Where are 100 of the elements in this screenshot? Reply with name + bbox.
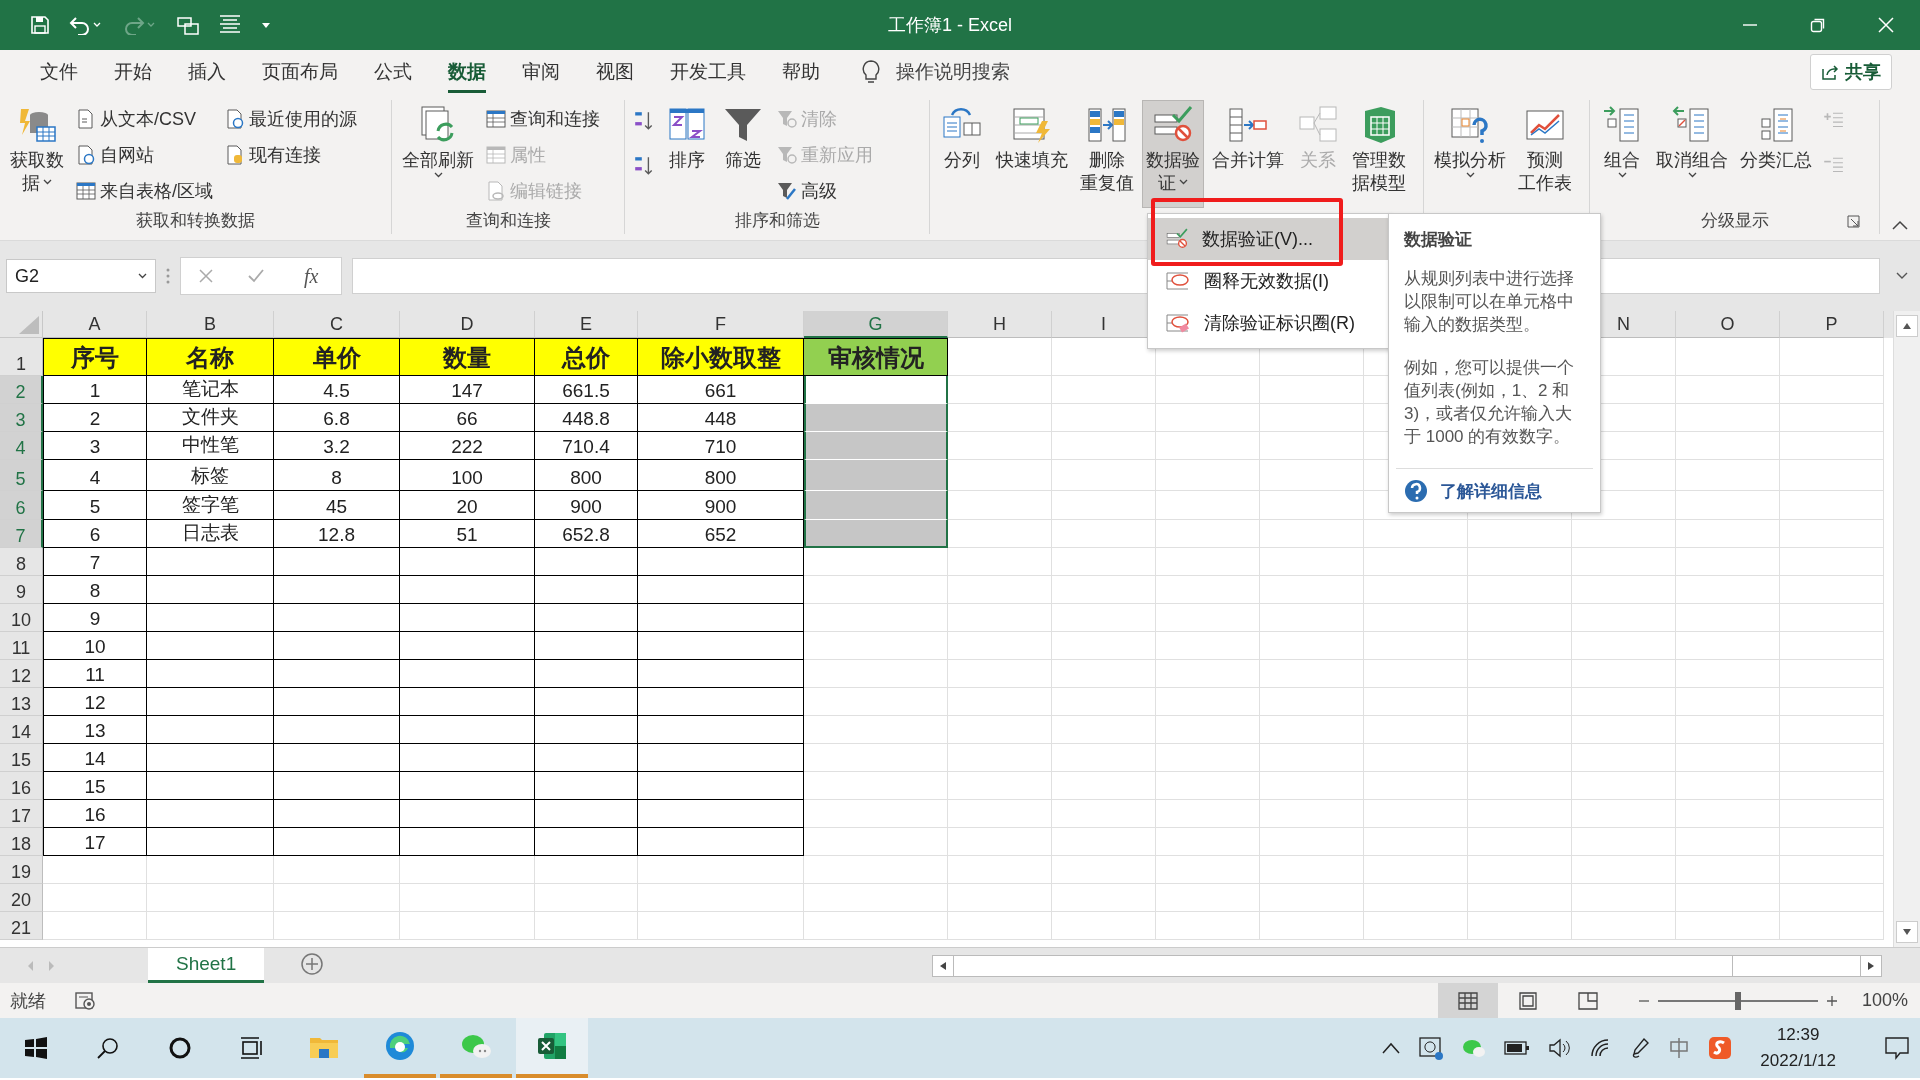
ribbon-tab[interactable]: 审阅 xyxy=(504,51,578,93)
scroll-up-icon[interactable] xyxy=(1902,322,1912,330)
row-header[interactable]: 12 xyxy=(0,660,43,688)
row-header[interactable]: 13 xyxy=(0,688,43,716)
ribbon-tab[interactable]: 文件 xyxy=(22,51,96,93)
speaker-icon[interactable] xyxy=(1548,1038,1573,1058)
table-cell: 17 xyxy=(43,828,147,856)
ribbon-button[interactable]: 来自表格/区域 xyxy=(72,174,217,208)
sync-icon[interactable] xyxy=(1418,1036,1445,1060)
ribbon-tab[interactable]: 帮助 xyxy=(764,51,838,93)
ribbon-button[interactable]: 管理数 据模型 xyxy=(1348,100,1410,208)
clear-circles-icon xyxy=(1166,313,1190,333)
ribbon-button[interactable]: 最近使用的源 xyxy=(221,102,361,136)
row-header[interactable]: 4 xyxy=(0,432,43,460)
scroll-down-icon[interactable] xyxy=(1902,928,1912,936)
insert-function-button[interactable]: fx xyxy=(297,263,325,289)
vertical-scrollbar[interactable] xyxy=(1893,311,1920,947)
row-header[interactable]: 10 xyxy=(0,604,43,632)
column-header[interactable]: G xyxy=(804,311,948,338)
normal-view-button[interactable] xyxy=(1437,983,1498,1018)
ribbon-tab[interactable]: 数据 xyxy=(430,51,504,93)
ribbon-button[interactable]: 现有连接 xyxy=(221,138,361,172)
zoom-in-icon[interactable] xyxy=(1825,994,1838,1007)
ribbon-tab[interactable]: 视图 xyxy=(578,51,652,93)
ribbon-button[interactable]: 分列 xyxy=(936,100,988,208)
ribbon-button[interactable]: 快速填充 xyxy=(992,100,1072,208)
collapse-ribbon-icon[interactable] xyxy=(1892,220,1908,230)
input-method-icon[interactable] xyxy=(1668,1037,1691,1059)
ribbon-tab[interactable]: 页面布局 xyxy=(244,51,356,93)
row-header[interactable]: 6 xyxy=(0,491,43,520)
row-header[interactable]: 19 xyxy=(0,856,43,884)
scroll-left-icon[interactable] xyxy=(939,960,947,971)
ribbon-button[interactable]: 组合 xyxy=(1596,100,1648,208)
column-header[interactable]: P xyxy=(1780,311,1884,338)
ribbon-tab[interactable]: 公式 xyxy=(356,51,430,93)
ribbon-button[interactable]: 合并计算 xyxy=(1208,100,1288,208)
keyboard-app-icon[interactable] xyxy=(1708,1036,1733,1060)
ribbon-button[interactable]: 高级 xyxy=(773,174,877,208)
ribbon-tab[interactable]: 开始 xyxy=(96,51,170,93)
enter-check-icon[interactable] xyxy=(246,268,265,284)
table-cell: 20 xyxy=(400,491,535,520)
ribbon-tab[interactable]: 开发工具 xyxy=(652,51,764,93)
ribbon-button[interactable]: 预测 工作表 xyxy=(1514,100,1576,208)
row-header[interactable]: 17 xyxy=(0,800,43,828)
row-header[interactable]: 7 xyxy=(0,520,43,548)
ribbon-button[interactable]: 自网站 xyxy=(72,138,217,172)
ribbon-tab[interactable]: 插入 xyxy=(170,51,244,93)
row-header[interactable]: 18 xyxy=(0,828,43,856)
horizontal-scrollbar[interactable] xyxy=(932,954,1882,977)
dialog-launcher-icon[interactable] xyxy=(1847,215,1860,228)
row-header[interactable]: 11 xyxy=(0,632,43,660)
ribbon-button[interactable]: 筛选 xyxy=(717,100,769,208)
notification-icon[interactable] xyxy=(1884,1036,1910,1060)
zoom-level-text[interactable]: 100% xyxy=(1861,990,1908,1011)
scroll-right-icon[interactable] xyxy=(1867,960,1875,971)
learn-more-link[interactable]: 了解详细信息 xyxy=(1396,468,1593,504)
tell-me-search-field[interactable]: 操作说明搜索 xyxy=(894,60,1098,84)
ribbon-button[interactable]: 取消组合 xyxy=(1652,100,1732,208)
ribbon-button[interactable]: 排序 xyxy=(661,100,713,208)
macro-record-icon[interactable] xyxy=(74,990,96,1011)
row-header[interactable]: 2 xyxy=(0,376,43,404)
drag-handle-icon[interactable] xyxy=(166,267,170,285)
ribbon-button[interactable]: 从文本/CSV xyxy=(72,102,217,136)
row-header[interactable]: 1 xyxy=(0,338,43,376)
row-header[interactable]: 9 xyxy=(0,576,43,604)
ribbon-button[interactable]: 分类汇总 xyxy=(1736,100,1816,208)
remove-duplicates-icon xyxy=(1087,105,1127,145)
ribbon-button[interactable]: 删除 重复值 xyxy=(1076,100,1138,208)
clock-time[interactable]: 12:39 xyxy=(1776,1022,1820,1048)
share-button[interactable]: 共享 xyxy=(1810,54,1892,90)
chevron-up-icon[interactable] xyxy=(1382,1042,1401,1054)
ribbon-button[interactable]: 全部刷新 xyxy=(398,100,478,208)
ribbon-button[interactable]: 模拟分析 xyxy=(1430,100,1510,208)
column-header[interactable]: O xyxy=(1676,311,1780,338)
ribbon-button[interactable]: 查询和连接 xyxy=(482,102,604,136)
row-header[interactable]: 20 xyxy=(0,884,43,912)
row-header[interactable]: 3 xyxy=(0,404,43,432)
pen-icon[interactable] xyxy=(1630,1037,1651,1059)
row-header[interactable]: 16 xyxy=(0,772,43,800)
battery-icon[interactable] xyxy=(1504,1041,1531,1055)
column-header[interactable]: H xyxy=(948,311,1052,338)
row-header[interactable]: 14 xyxy=(0,716,43,744)
ribbon-button[interactable]: 获取数 据 xyxy=(6,100,68,208)
table-icon xyxy=(76,181,96,201)
sheet-tab[interactable]: Sheet1 xyxy=(148,948,265,983)
name-box[interactable]: G2 xyxy=(6,259,156,293)
table-cell: 900 xyxy=(535,491,638,520)
validation-icon xyxy=(1166,228,1188,250)
row-header[interactable]: 15 xyxy=(0,744,43,772)
zoom-slider-thumb[interactable] xyxy=(1734,991,1741,1010)
row-header[interactable]: 5 xyxy=(0,460,43,491)
save-button[interactable] xyxy=(28,13,52,37)
taskbar-app-button[interactable] xyxy=(516,1018,588,1078)
menu-item[interactable]: 数据验证(V)... xyxy=(1148,218,1390,260)
row-header[interactable]: 8 xyxy=(0,548,43,576)
close-icon xyxy=(1878,17,1894,33)
row-header[interactable]: 21 xyxy=(0,912,43,940)
expand-formula-bar-icon[interactable] xyxy=(1896,272,1908,280)
clock-date[interactable]: 2022/1/12 xyxy=(1760,1048,1836,1074)
ribbon-button[interactable]: 数据验 证 xyxy=(1142,100,1204,208)
